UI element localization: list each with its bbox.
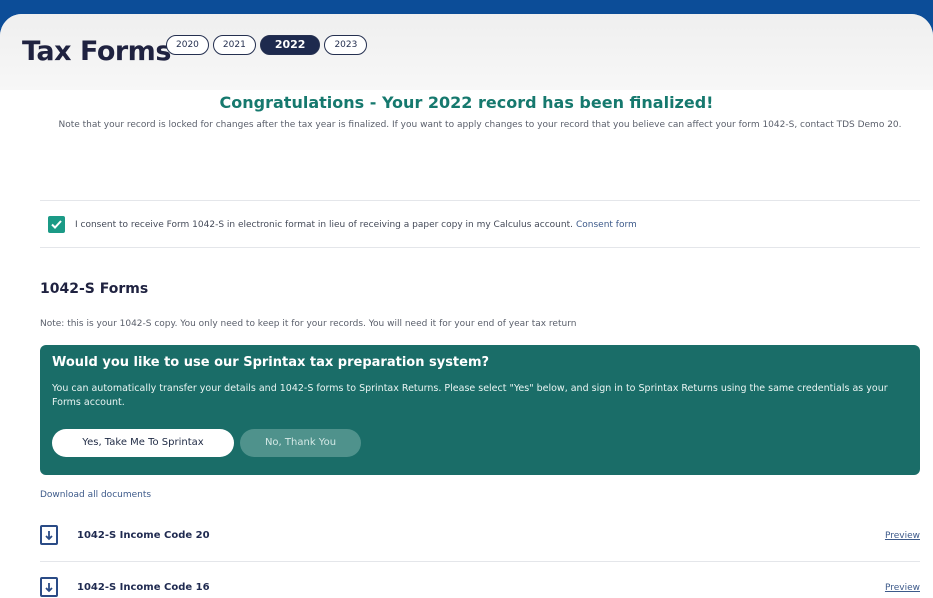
consent-checkbox[interactable] xyxy=(48,216,65,233)
document-row: 1042-S Income Code 20 Preview xyxy=(40,522,920,552)
finalized-note: Note that your record is locked for chan… xyxy=(58,120,902,130)
forms-section-title: 1042-S Forms xyxy=(40,281,149,297)
page-header: Tax Forms 2020 2021 2022 2023 xyxy=(0,14,933,90)
no-thanks-button[interactable]: No, Thank You xyxy=(240,429,361,457)
yes-sprintax-button[interactable]: Yes, Take Me To Sprintax xyxy=(52,429,234,457)
preview-link[interactable]: Preview xyxy=(885,531,920,541)
year-tab-2022[interactable]: 2022 xyxy=(259,35,321,55)
preview-link[interactable]: Preview xyxy=(885,583,920,593)
year-tab-2021[interactable]: 2021 xyxy=(212,35,256,55)
page-title: Tax Forms xyxy=(22,36,171,67)
finalized-heading: Congratulations - Your 2022 record has b… xyxy=(219,93,714,112)
year-tab-2023[interactable]: 2023 xyxy=(324,35,368,55)
download-all-link[interactable]: Download all documents xyxy=(40,490,151,500)
arrow-down-icon xyxy=(45,530,53,540)
tax-forms-card: Tax Forms 2020 2021 2022 2023 Congratula… xyxy=(0,14,933,598)
divider xyxy=(40,561,920,562)
check-icon xyxy=(51,220,62,229)
download-icon[interactable] xyxy=(40,525,58,545)
download-icon[interactable] xyxy=(40,577,58,597)
divider xyxy=(40,247,920,248)
consent-form-link[interactable]: Consent form xyxy=(576,220,637,230)
year-selector: 2020 2021 2022 2023 xyxy=(166,35,368,55)
year-tab-2020[interactable]: 2020 xyxy=(166,35,209,55)
document-name[interactable]: 1042-S Income Code 20 xyxy=(77,530,210,541)
document-name[interactable]: 1042-S Income Code 16 xyxy=(77,582,210,593)
consent-label: I consent to receive Form 1042-S in elec… xyxy=(75,219,573,230)
arrow-down-icon xyxy=(45,582,53,592)
sprintax-promo: Would you like to use our Sprintax tax p… xyxy=(40,345,920,475)
consent-row: I consent to receive Form 1042-S in elec… xyxy=(48,216,637,233)
promo-title: Would you like to use our Sprintax tax p… xyxy=(52,355,490,370)
consent-text: I consent to receive Form 1042-S in elec… xyxy=(75,220,637,230)
divider xyxy=(40,200,920,201)
promo-text: You can automatically transfer your deta… xyxy=(52,383,888,408)
document-row: 1042-S Income Code 16 Preview xyxy=(40,574,920,598)
forms-section-note: Note: this is your 1042-S copy. You only… xyxy=(40,319,577,329)
